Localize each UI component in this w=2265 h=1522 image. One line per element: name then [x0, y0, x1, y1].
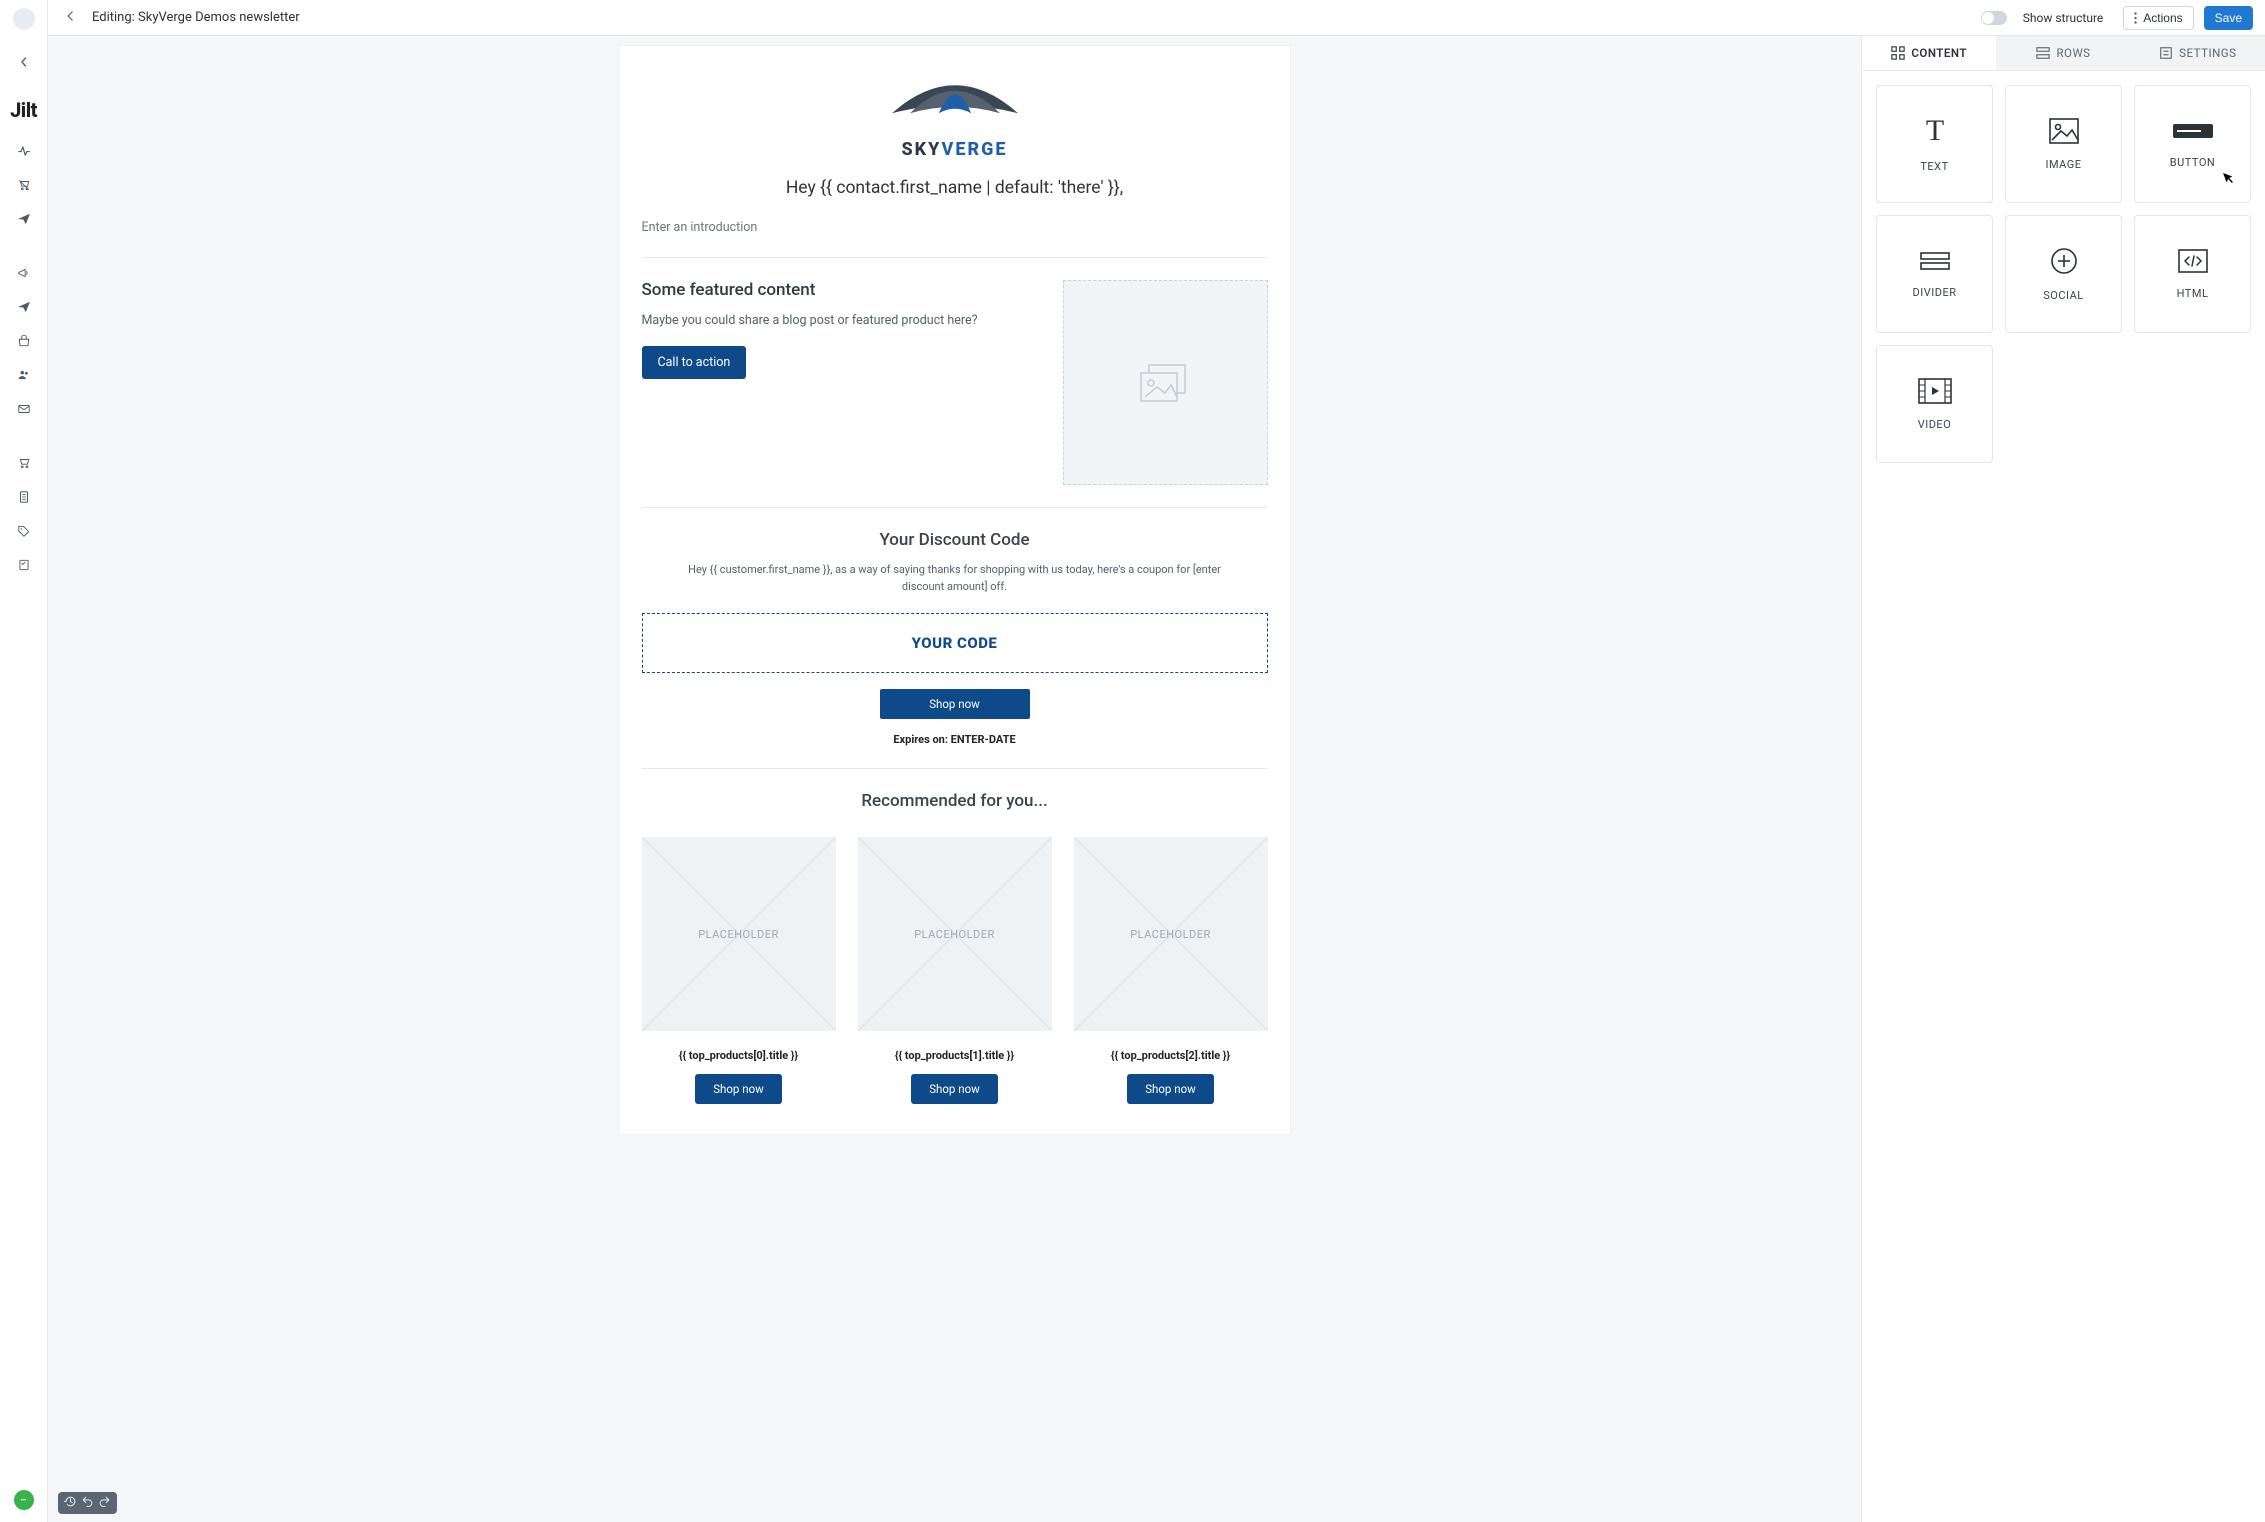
recommended-heading[interactable]: Recommended for you... [642, 791, 1268, 811]
recommended-section[interactable]: Recommended for you... PLACEHOLDER {{ to… [642, 791, 1268, 1104]
block-social[interactable]: SOCIAL [2005, 215, 2122, 333]
block-video-label: VIDEO [1918, 418, 1952, 431]
brand-logo: Jilt [10, 98, 37, 122]
save-button-label: Save [2215, 11, 2242, 25]
block-html-label: HTML [2177, 287, 2209, 300]
tab-settings-label: SETTINGS [2179, 46, 2236, 60]
undo-icon[interactable] [81, 1495, 94, 1511]
svg-text:T: T [1925, 116, 1943, 146]
cursor-icon [2221, 168, 2239, 190]
product-title[interactable]: {{ top_products[2].title }} [1074, 1049, 1268, 1062]
logo-block[interactable]: SKYVERGE [642, 64, 1268, 162]
divider [642, 257, 1268, 258]
nav-email-icon[interactable] [17, 402, 31, 420]
featured-content-row[interactable]: Some featured content Maybe you could sh… [642, 280, 1268, 485]
email-preview[interactable]: SKYVERGE Hey {{ contact.first_name | def… [620, 46, 1290, 1134]
block-text-label: TEXT [1920, 160, 1948, 173]
product-shop-button[interactable]: Shop now [911, 1074, 998, 1104]
image-dropzone[interactable] [1063, 280, 1268, 485]
featured-cta-button[interactable]: Call to action [642, 346, 747, 379]
placeholder-label: PLACEHOLDER [858, 837, 1052, 1031]
nav-campaigns-icon[interactable] [17, 300, 31, 318]
nav-broadcasts-icon[interactable] [17, 266, 31, 284]
show-structure-toggle[interactable] [1981, 11, 2007, 25]
featured-body[interactable]: Maybe you could share a blog post or fea… [642, 312, 1039, 330]
discount-body[interactable]: Hey {{ customer.first_name }}, as a way … [675, 562, 1235, 595]
nav-orders-icon[interactable] [17, 456, 31, 474]
history-controls [58, 1492, 117, 1514]
nav-dashboard-icon[interactable] [17, 144, 31, 162]
actions-button[interactable]: Actions [2123, 6, 2193, 30]
product-image-placeholder[interactable]: PLACEHOLDER [858, 837, 1052, 1031]
block-divider-label: DIVIDER [1913, 286, 1957, 299]
nav-cart-disabled-icon[interactable] [17, 178, 31, 196]
intro-placeholder-text[interactable]: Enter an introduction [642, 220, 1268, 235]
nav-tags-icon[interactable] [17, 524, 31, 542]
tab-content-label: CONTENT [1911, 46, 1967, 60]
collapse-nav-icon[interactable] [0, 48, 47, 76]
product-title[interactable]: {{ top_products[1].title }} [858, 1049, 1052, 1062]
history-icon[interactable] [64, 1495, 77, 1511]
block-divider[interactable]: DIVIDER [1876, 215, 1993, 333]
block-button-label: BUTTON [2170, 156, 2215, 169]
nav-people-icon[interactable] [17, 368, 31, 386]
placeholder-label: PLACEHOLDER [642, 837, 836, 1031]
tab-rows[interactable]: ROWS [1996, 36, 2130, 70]
greeting-text[interactable]: Hey {{ contact.first_name | default: 'th… [642, 178, 1268, 198]
nav-send-icon[interactable] [17, 212, 31, 230]
left-nav-rail: Jilt [0, 0, 48, 1522]
block-video[interactable]: VIDEO [1876, 345, 1993, 463]
panel-tabs: CONTENT ROWS SETTINGS [1862, 36, 2265, 71]
logo-wordmark: SKYVERGE [642, 139, 1268, 160]
nav-store-icon[interactable] [17, 334, 31, 352]
block-image[interactable]: IMAGE [2005, 85, 2122, 203]
discount-heading[interactable]: Your Discount Code [642, 530, 1268, 550]
top-bar: Editing: SkyVerge Demos newsletter Show … [48, 0, 2265, 36]
tab-settings[interactable]: SETTINGS [2131, 36, 2265, 70]
content-blocks-grid: T TEXT IMAGE BUTTON [1862, 71, 2265, 477]
actions-button-label: Actions [2143, 11, 2182, 25]
tab-rows-label: ROWS [2056, 46, 2090, 60]
help-chat-icon[interactable] [14, 1490, 34, 1510]
block-html[interactable]: HTML [2134, 215, 2251, 333]
nav-tertiary-group [17, 456, 31, 576]
product-shop-button[interactable]: Shop now [1127, 1074, 1214, 1104]
editor-canvas[interactable]: SKYVERGE Hey {{ contact.first_name | def… [48, 36, 1861, 1522]
nav-secondary-group [17, 266, 31, 420]
page-title: Editing: SkyVerge Demos newsletter [92, 10, 300, 25]
show-structure-label: Show structure [2023, 11, 2104, 25]
divider [642, 768, 1268, 769]
product-shop-button[interactable]: Shop now [695, 1074, 782, 1104]
nav-forms-icon[interactable] [17, 558, 31, 576]
product-card[interactable]: PLACEHOLDER {{ top_products[2].title }} … [1074, 837, 1268, 1104]
product-title[interactable]: {{ top_products[0].title }} [642, 1049, 836, 1062]
discount-shop-button[interactable]: Shop now [880, 689, 1030, 719]
nav-receipts-icon[interactable] [17, 490, 31, 508]
divider [642, 507, 1268, 508]
product-image-placeholder[interactable]: PLACEHOLDER [642, 837, 836, 1031]
product-card[interactable]: PLACEHOLDER {{ top_products[0].title }} … [642, 837, 836, 1104]
product-image-placeholder[interactable]: PLACEHOLDER [1074, 837, 1268, 1031]
workspace-avatar[interactable] [13, 8, 35, 30]
discount-section[interactable]: Your Discount Code Hey {{ customer.first… [642, 530, 1268, 746]
block-image-label: IMAGE [2045, 158, 2081, 171]
redo-icon[interactable] [98, 1495, 111, 1511]
featured-heading[interactable]: Some featured content [642, 280, 1039, 300]
discount-expires-label[interactable]: Expires on: ENTER-DATE [642, 733, 1268, 746]
product-card[interactable]: PLACEHOLDER {{ top_products[1].title }} … [858, 837, 1052, 1104]
back-button[interactable] [60, 8, 82, 27]
block-social-label: SOCIAL [2043, 289, 2083, 302]
skyverge-mark-icon [865, 70, 1045, 133]
right-editor-panel: CONTENT ROWS SETTINGS T TEXT [1861, 36, 2265, 1522]
block-button[interactable]: BUTTON [2134, 85, 2251, 203]
tab-content[interactable]: CONTENT [1862, 36, 1996, 70]
placeholder-label: PLACEHOLDER [1074, 837, 1268, 1031]
discount-code-box[interactable]: YOUR CODE [642, 613, 1268, 673]
nav-primary-group [17, 144, 31, 230]
block-text[interactable]: T TEXT [1876, 85, 1993, 203]
save-button[interactable]: Save [2204, 6, 2253, 30]
